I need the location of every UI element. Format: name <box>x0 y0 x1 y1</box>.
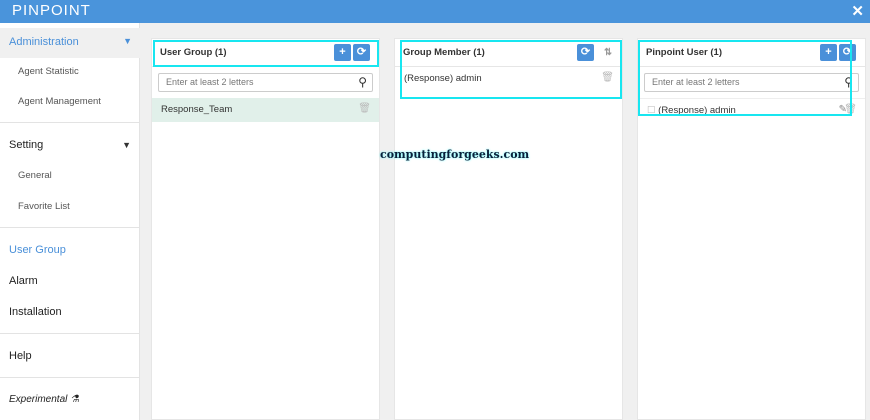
sidebar-label: Administration <box>9 36 79 48</box>
divider <box>0 227 140 228</box>
list-item[interactable]: Response_Team 🗑 <box>152 98 379 122</box>
list-item[interactable]: (Response) admin 🗑 <box>395 67 622 91</box>
sidebar-item-installation[interactable]: Installation <box>9 306 62 318</box>
sidebar-item-alarm[interactable]: Alarm <box>9 275 38 287</box>
divider <box>0 333 140 334</box>
item-label: (Response) admin <box>658 105 736 116</box>
close-icon[interactable]: ✕ <box>851 2 864 20</box>
refresh-button[interactable]: ⟳ <box>577 44 594 61</box>
watermark: computingforgeeks.com <box>380 148 530 161</box>
sidebar-item-general[interactable]: General <box>18 170 52 181</box>
sidebar-administration[interactable]: Administration ▼ <box>0 28 140 58</box>
user-group-panel: User Group (1) + ⟳ Enter at least 2 lett… <box>151 38 380 420</box>
sidebar-item-help[interactable]: Help <box>9 350 32 362</box>
sidebar-item-user-group[interactable]: User Group <box>9 244 66 256</box>
experimental-label: Experimental <box>9 394 68 405</box>
list-item[interactable]: ☐ (Response) admin ✎ 🗑 <box>638 98 865 122</box>
item-label: Response_Team <box>161 104 233 115</box>
chevron-down-icon: ▼ <box>122 140 131 150</box>
refresh-button[interactable]: ⟳ <box>353 44 370 61</box>
sidebar-item-agent-management[interactable]: Agent Management <box>18 96 101 107</box>
search-icon[interactable]: ⚲ <box>358 75 367 89</box>
search-placeholder: Enter at least 2 letters <box>166 77 254 87</box>
divider <box>0 377 140 378</box>
sidebar-item-agent-statistic[interactable]: Agent Statistic <box>18 66 79 77</box>
panel-title: User Group (1) <box>160 47 227 58</box>
panel-title: Pinpoint User (1) <box>646 47 723 58</box>
divider <box>0 122 140 123</box>
flask-icon: ⚗ <box>70 394 80 405</box>
pinpoint-logo: PINPOINT <box>12 2 91 19</box>
sort-icon[interactable]: ⇅ <box>604 47 612 58</box>
refresh-button[interactable]: ⟳ <box>839 44 856 61</box>
chevron-down-icon: ▼ <box>123 36 132 46</box>
add-button[interactable]: + <box>334 44 351 61</box>
trash-icon[interactable]: 🗑 <box>358 103 371 114</box>
group-member-panel: Group Member (1) ⟳ ⇅ (Response) admin 🗑 <box>394 38 623 420</box>
sidebar-item-favorite-list[interactable]: Favorite List <box>18 201 70 212</box>
pinpoint-user-search-input[interactable]: Enter at least 2 letters ⚲ <box>644 73 859 92</box>
sidebar-item-experimental[interactable]: Experimental ⚗ <box>9 394 79 405</box>
checkbox[interactable]: ☐ <box>647 105 658 116</box>
search-icon[interactable]: ⚲ <box>844 75 853 89</box>
top-bar: PINPOINT ✕ <box>0 0 870 23</box>
sidebar: Administration ▼ Agent Statistic Agent Ma… <box>0 23 140 420</box>
search-placeholder: Enter at least 2 letters <box>652 77 740 87</box>
add-button[interactable]: + <box>820 44 837 61</box>
sidebar-setting[interactable]: Setting <box>9 139 43 151</box>
trash-icon[interactable]: 🗑 <box>844 104 857 115</box>
item-label: (Response) admin <box>404 73 482 84</box>
panel-title: Group Member (1) <box>403 47 485 58</box>
user-group-search-input[interactable]: Enter at least 2 letters ⚲ <box>158 73 373 92</box>
trash-icon[interactable]: 🗑 <box>601 72 614 83</box>
pinpoint-user-panel: Pinpoint User (1) + ⟳ Enter at least 2 l… <box>637 38 866 420</box>
